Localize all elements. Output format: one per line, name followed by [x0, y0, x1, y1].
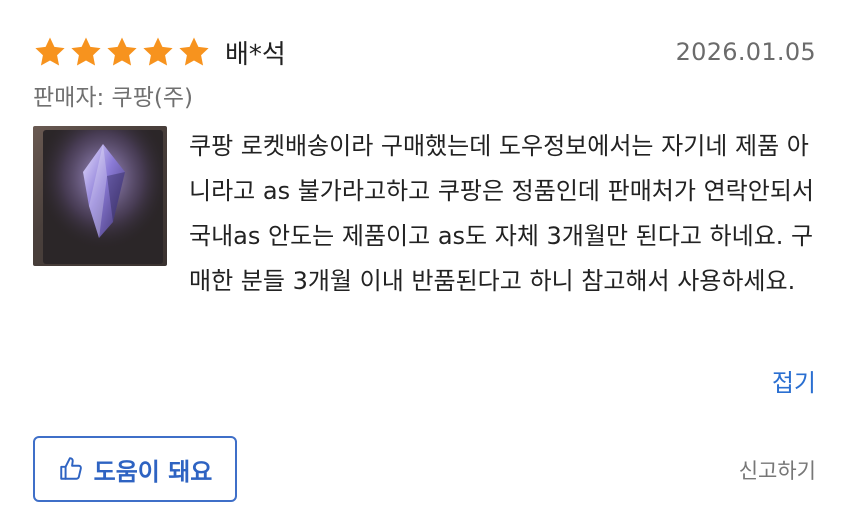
product-photo[interactable] [33, 126, 167, 266]
reviewer-name: 배*석 [225, 39, 286, 70]
review-text: 쿠팡 로켓배송이라 구매했는데 도우정보에서는 자기네 제품 아니라고 as 불… [189, 132, 814, 295]
review-date: 2026.01.05 [675, 38, 816, 66]
helpful-button-label: 도움이 돼요 [93, 457, 213, 486]
star-icon [179, 37, 209, 66]
seller-name: 쿠팡(주) [111, 85, 193, 111]
review-card: 배*석 2026.01.05 판매자: 쿠팡(주) 쿠팡 로켓배송이라 구매했는… [0, 0, 850, 518]
review-body: 쿠팡 로켓배송이라 구매했는데 도우정보에서는 자기네 제품 아니라고 as 불… [33, 124, 823, 304]
report-link[interactable]: 신고하기 [739, 455, 816, 485]
star-icon [107, 37, 137, 66]
seller-label: 판매자: [33, 85, 105, 111]
thumbs-up-icon [59, 457, 82, 480]
star-icon [35, 37, 65, 66]
review-header: 배*석 2026.01.05 [33, 32, 816, 72]
collapse-link[interactable]: 접기 [772, 363, 816, 398]
seller-info: 판매자: 쿠팡(주) [33, 78, 193, 112]
star-icon [71, 37, 101, 66]
star-icon [143, 37, 173, 66]
star-rating [33, 35, 211, 69]
helpful-button[interactable]: 도움이 돼요 [33, 436, 237, 502]
ssd-box-image [43, 130, 163, 264]
